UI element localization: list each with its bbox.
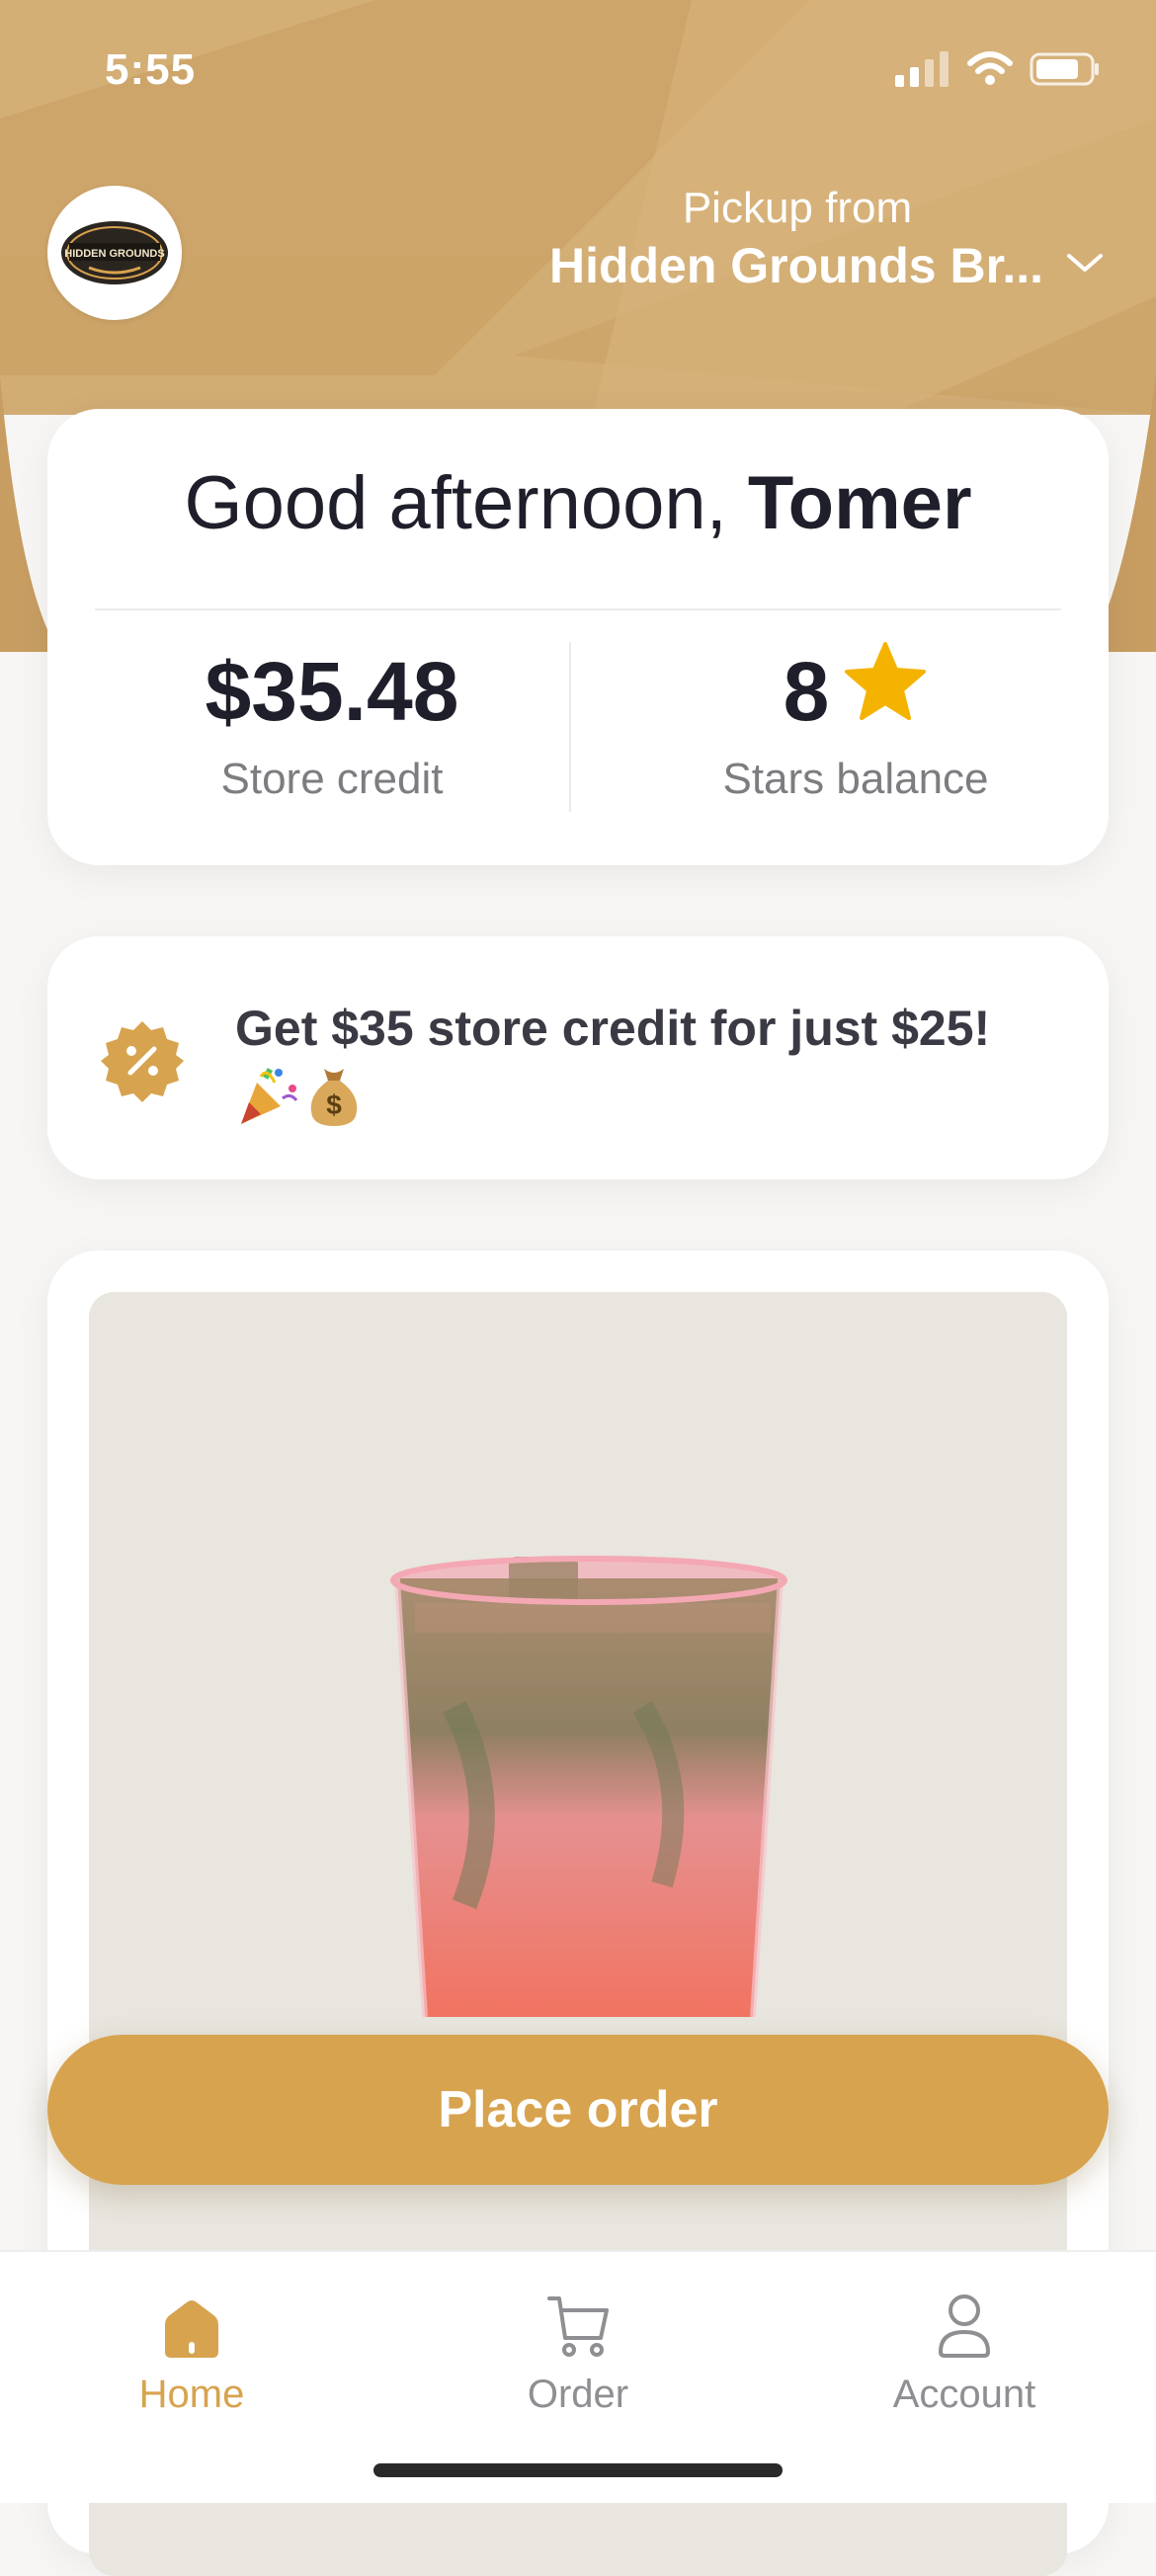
discount-badge-icon	[101, 1019, 184, 1107]
store-logo[interactable]: HIDDEN GROUNDS	[47, 186, 182, 320]
tab-account-label: Account	[892, 2373, 1036, 2416]
tab-order[interactable]: Order	[469, 2294, 687, 2417]
status-icons	[895, 51, 1101, 92]
greeting-title: Good afternoon, Tomer	[47, 460, 1109, 546]
promo-banner[interactable]: Get $35 store credit for just $25! $	[47, 936, 1109, 1179]
store-credit-stat[interactable]: $35.48 Store credit	[95, 642, 569, 804]
svg-text:HIDDEN GROUNDS: HIDDEN GROUNDS	[64, 248, 164, 260]
battery-icon	[1030, 51, 1101, 92]
wifi-icon	[966, 51, 1014, 92]
store-credit-label: Store credit	[220, 755, 444, 803]
stars-value: 8	[783, 644, 830, 738]
svg-text:$: $	[326, 1089, 342, 1120]
promo-emoji: $	[235, 1063, 362, 1133]
greeting-card: Good afternoon, Tomer $35.48 Store credi…	[47, 409, 1109, 865]
pickup-store-name: Hidden Grounds Br...	[548, 238, 1043, 293]
greeting-prefix: Good afternoon,	[184, 461, 748, 545]
cart-icon	[545, 2291, 611, 2365]
home-icon	[159, 2298, 224, 2365]
tab-account[interactable]: Account	[856, 2294, 1073, 2417]
place-order-button[interactable]: Place order	[47, 2035, 1109, 2185]
party-popper-icon	[235, 1063, 300, 1133]
stars-balance-stat[interactable]: 8 Stars balance	[619, 642, 1093, 804]
stars-balance-label: Stars balance	[722, 755, 989, 803]
user-name: Tomer	[747, 461, 972, 545]
tab-home[interactable]: Home	[83, 2294, 300, 2417]
star-icon	[843, 641, 928, 742]
home-indicator	[373, 2463, 783, 2477]
hidden-grounds-logo-icon: HIDDEN GROUNDS	[61, 221, 168, 284]
chevron-down-icon	[1065, 252, 1105, 281]
promo-text: Get $35 store credit for just $25!	[235, 1001, 991, 1056]
signal-icon	[895, 51, 950, 92]
status-time: 5:55	[105, 45, 197, 94]
tab-home-label: Home	[138, 2373, 245, 2416]
card-divider	[95, 608, 1061, 610]
pickup-location-selector[interactable]: Pickup from Hidden Grounds Br...	[549, 184, 1105, 294]
money-bag-icon: $	[306, 1063, 362, 1133]
store-credit-value: $35.48	[205, 644, 459, 738]
stat-separator	[569, 642, 571, 812]
tab-order-label: Order	[527, 2373, 629, 2416]
pickup-label: Pickup from	[682, 184, 913, 232]
user-icon	[937, 2291, 992, 2365]
